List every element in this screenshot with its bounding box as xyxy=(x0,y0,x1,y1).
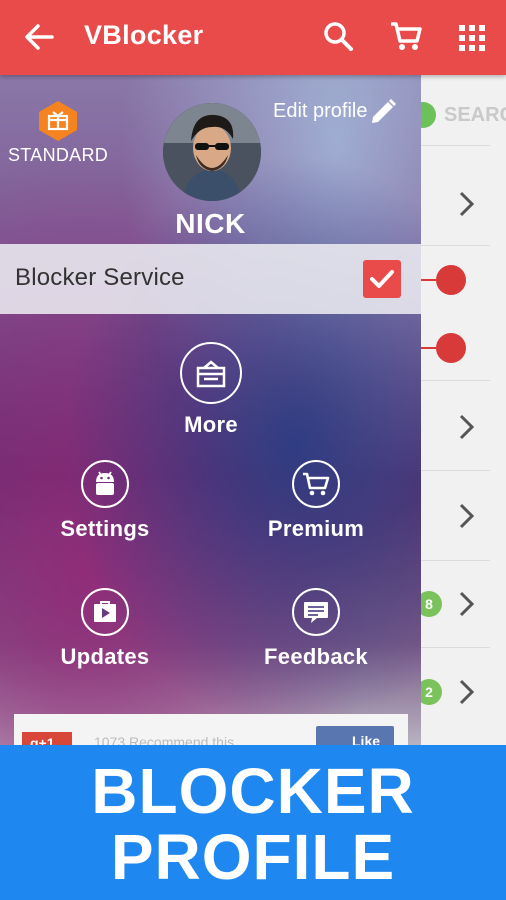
promo-banner: BLOCKER PROFILE xyxy=(0,745,506,900)
menu-item-updates[interactable]: Updates xyxy=(15,588,195,670)
checkmark-icon xyxy=(370,270,394,288)
menu-item-label: Feedback xyxy=(264,644,368,669)
profile-photo xyxy=(163,103,261,201)
blocker-service-label: Blocker Service xyxy=(15,264,185,291)
chevron-right-icon xyxy=(459,591,475,617)
divider xyxy=(420,470,490,471)
standard-membership-badge-icon xyxy=(39,101,77,141)
menu-item-label: Updates xyxy=(60,644,150,669)
membership-label: STANDARD xyxy=(8,145,109,165)
banner-line-2: PROFILE xyxy=(110,821,396,893)
divider xyxy=(420,560,490,561)
pencil-icon[interactable] xyxy=(368,97,398,127)
chevron-right-icon xyxy=(459,503,475,529)
divider xyxy=(420,647,490,648)
menu-item-feedback[interactable]: Feedback xyxy=(226,588,406,670)
navigation-drawer: STANDARD Edit profile NICK Blocker Servi… xyxy=(0,75,421,745)
menu-item-premium[interactable]: Premium xyxy=(226,460,406,542)
divider xyxy=(420,145,490,146)
avatar[interactable] xyxy=(163,103,261,201)
slider-thumb xyxy=(436,333,466,363)
menu-item-label: More xyxy=(184,412,238,437)
gift-box-icon xyxy=(180,342,242,404)
blocker-service-checkbox[interactable] xyxy=(363,260,401,298)
facebook-like-button[interactable]: Like xyxy=(316,726,394,745)
app-title: VBlocker xyxy=(84,20,204,50)
divider xyxy=(420,380,490,381)
grid-apps-icon[interactable] xyxy=(458,22,486,54)
back-arrow-icon[interactable] xyxy=(22,20,56,54)
chevron-right-icon xyxy=(459,191,475,217)
chevron-right-icon xyxy=(459,414,475,440)
blocker-service-row[interactable]: Blocker Service xyxy=(0,244,421,314)
menu-item-label: Premium xyxy=(267,516,365,541)
social-text: 1073 Recommend this xyxy=(94,734,235,745)
divider xyxy=(420,245,490,246)
cart-icon[interactable] xyxy=(389,20,423,52)
facebook-like-label: Like xyxy=(352,733,381,745)
menu-item-more[interactable]: More xyxy=(121,342,301,438)
menu-item-settings[interactable]: Settings xyxy=(15,460,195,542)
edit-profile-link[interactable]: Edit profile xyxy=(273,100,368,123)
menu-item-label: Settings xyxy=(60,516,150,541)
play-store-icon xyxy=(81,588,129,636)
username: NICK xyxy=(175,208,246,239)
google-plus-button[interactable]: g+1 xyxy=(22,732,72,745)
background-search-label: SEARC xyxy=(444,103,506,126)
banner-line-1: BLOCKER xyxy=(91,755,415,827)
search-icon[interactable] xyxy=(322,20,354,52)
feedback-icon xyxy=(292,588,340,636)
chevron-right-icon xyxy=(459,679,475,705)
cart-icon xyxy=(292,460,340,508)
android-icon xyxy=(81,460,129,508)
app-bar: VBlocker xyxy=(0,0,506,75)
slider-thumb xyxy=(436,265,466,295)
social-bar: g+1 1073 Recommend this Like xyxy=(14,714,408,745)
background-search-tab: SEARC xyxy=(410,95,506,135)
